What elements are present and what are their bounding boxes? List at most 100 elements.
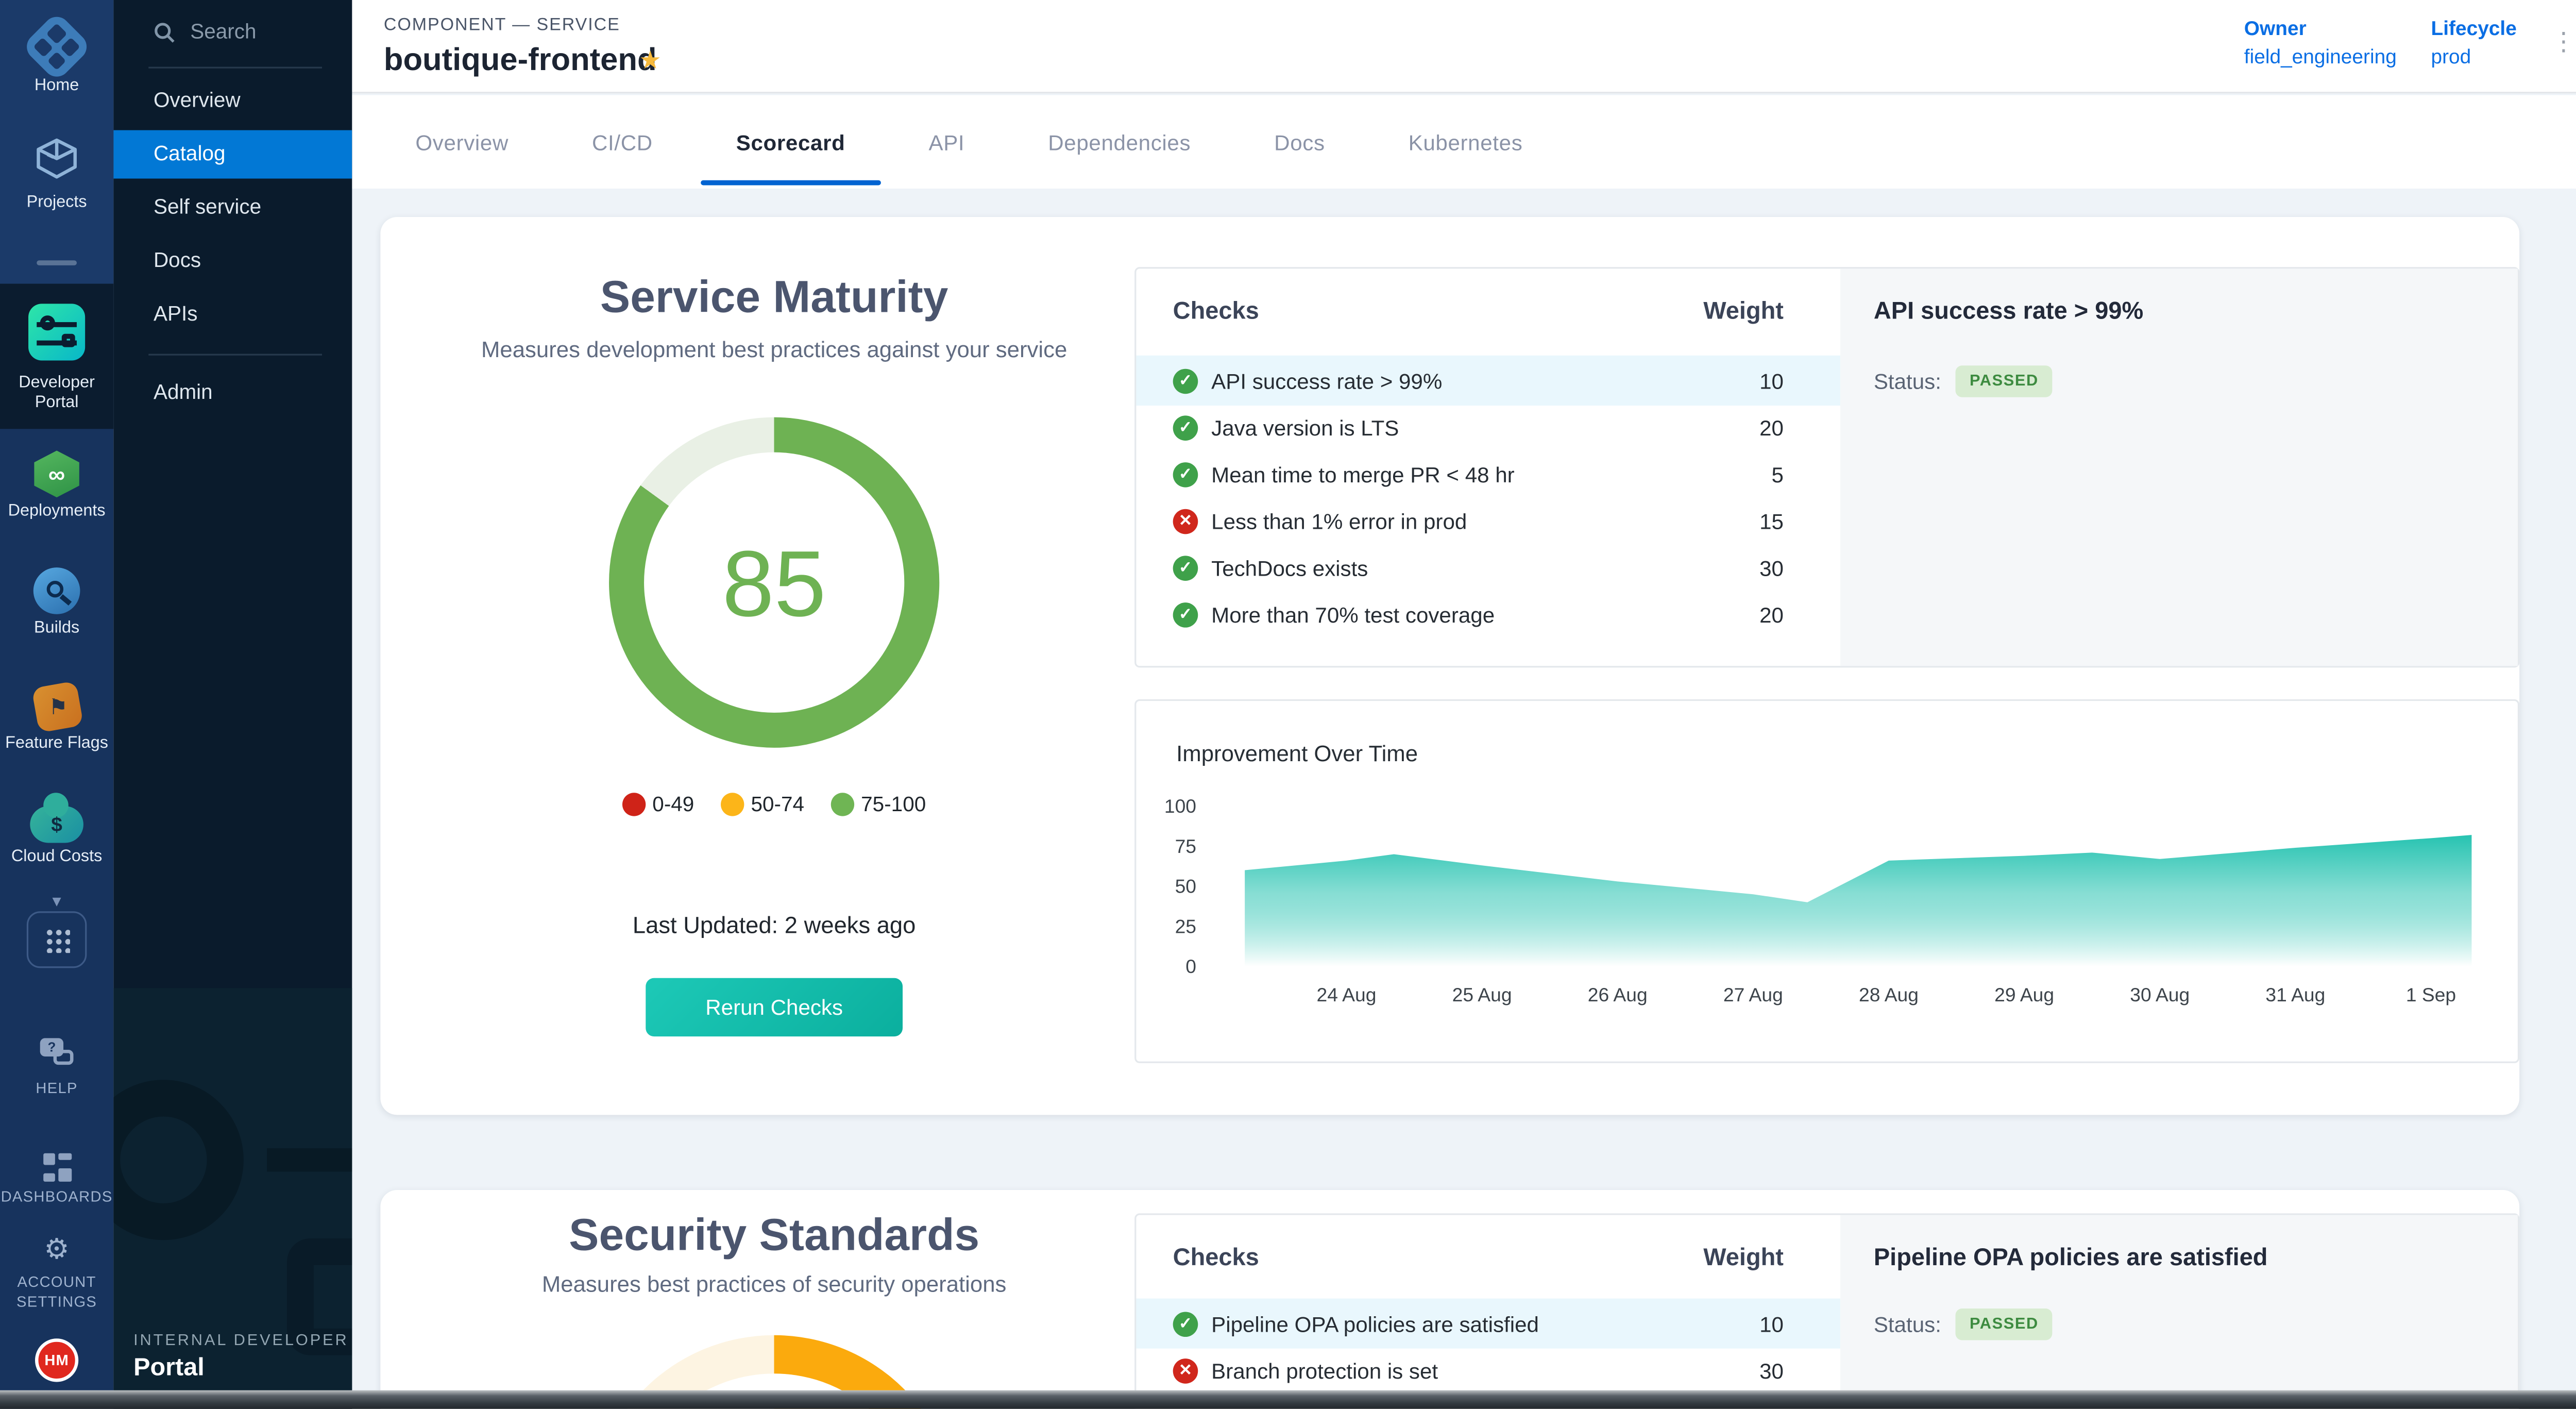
- grid-icon: [27, 911, 87, 968]
- tab-docs[interactable]: Docs: [1271, 99, 1328, 184]
- svg-text:1 Sep: 1 Sep: [2406, 984, 2456, 1005]
- svg-text:26 Aug: 26 Aug: [1588, 984, 1648, 1005]
- legend-item: 75-100: [831, 793, 926, 816]
- rail-item-label: Cloud Costs: [0, 848, 113, 868]
- svg-text:30 Aug: 30 Aug: [2130, 984, 2190, 1005]
- check-fail-icon: ✕: [1173, 508, 1198, 533]
- check-row[interactable]: ✓ Pipeline OPA policies are satisfied 10: [1136, 1299, 1840, 1349]
- lifecycle-meta: Lifecycle prod: [2431, 15, 2516, 72]
- check-row[interactable]: ✕ Less than 1% error in prod 15: [1136, 496, 1840, 546]
- owner-label: Owner: [2244, 15, 2397, 43]
- lifecycle-value: prod: [2431, 45, 2471, 68]
- rail-item-label: HELP: [0, 1078, 113, 1098]
- tab-kubernetes[interactable]: Kubernetes: [1405, 99, 1526, 184]
- scorecard-content: Service Maturity Measures development be…: [352, 189, 2576, 1408]
- weight-column-header: Weight: [1136, 299, 1784, 326]
- check-row[interactable]: ✓ Mean time to merge PR < 48 hr 5: [1136, 449, 1840, 499]
- legend-item: 0-49: [622, 793, 694, 816]
- improvement-chart-panel: Improvement Over Time 025507510024 Aug25…: [1134, 699, 2519, 1063]
- sidebar-item-apis[interactable]: APIs: [113, 290, 352, 339]
- check-detail-title: Pipeline OPA policies are satisfied: [1874, 1245, 2268, 1272]
- rail-item-dashboards[interactable]: DASHBOARDS: [0, 1143, 113, 1205]
- scorecard-subtitle: Measures best practices of security oper…: [380, 1272, 1168, 1297]
- rail-item-help[interactable]: ? HELP: [0, 1038, 113, 1098]
- chart-title: Improvement Over Time: [1176, 741, 1418, 766]
- scorecard-title: Service Maturity: [380, 272, 1168, 324]
- kebab-menu-icon[interactable]: ⋮: [2551, 27, 2576, 57]
- maturity-score-gauge: 85: [609, 417, 939, 748]
- help-chat-icon: ?: [40, 1038, 74, 1065]
- check-pass-icon: ✓: [1173, 1311, 1198, 1336]
- status-label: Status:: [1874, 369, 1941, 394]
- rail-item-builds[interactable]: Builds: [0, 567, 113, 639]
- search-input[interactable]: Search: [154, 13, 257, 50]
- divider: [148, 354, 322, 356]
- rail-item-feature-flags[interactable]: ⚑ Feature Flags: [0, 684, 113, 754]
- module-picker-button[interactable]: [0, 911, 113, 968]
- svg-text:24 Aug: 24 Aug: [1316, 984, 1376, 1005]
- favorite-star-icon[interactable]: ★: [639, 45, 662, 75]
- brand-eyebrow: INTERNAL DEVELOPER: [133, 1332, 349, 1350]
- check-pass-icon: ✓: [1173, 601, 1198, 627]
- service-maturity-card: Service Maturity Measures development be…: [380, 217, 2519, 1115]
- user-avatar[interactable]: HM: [0, 1338, 113, 1382]
- check-row[interactable]: ✓ TechDocs exists 30: [1136, 543, 1840, 593]
- rail-modules-expander[interactable]: ▼: [0, 884, 113, 914]
- portal-sidebar: Search Overview Catalog Self service Doc…: [113, 0, 352, 1408]
- check-fail-icon: ✕: [1173, 1358, 1198, 1383]
- svg-text:25 Aug: 25 Aug: [1452, 984, 1512, 1005]
- gear-icon: ⚙: [44, 1233, 69, 1265]
- svg-text:50: 50: [1175, 876, 1196, 897]
- legend-dot-green: [831, 793, 854, 816]
- checks-panel: Checks Weight ✓ API success rate > 99% 1…: [1134, 267, 2519, 667]
- tab-cicd[interactable]: CI/CD: [588, 99, 656, 184]
- rail-item-label: DASHBOARDS: [0, 1186, 113, 1206]
- rail-item-account-settings[interactable]: ⚙ ACCOUNTSETTINGS: [0, 1235, 113, 1312]
- check-row[interactable]: ✓ More than 70% test coverage 20: [1136, 589, 1840, 639]
- divider: [148, 67, 322, 69]
- breadcrumb: COMPONENT — SERVICE: [384, 15, 620, 35]
- svg-text:31 Aug: 31 Aug: [2265, 984, 2325, 1005]
- module-rail: Home Projects DeveloperPortal ∞ Deployme…: [0, 0, 113, 1408]
- rail-item-developer-portal[interactable]: DeveloperPortal: [0, 284, 113, 429]
- improvement-chart: 025507510024 Aug25 Aug26 Aug27 Aug28 Aug…: [1136, 775, 2521, 1065]
- circuit-pattern: [113, 1080, 244, 1240]
- rail-item-projects[interactable]: Projects: [0, 137, 113, 214]
- search-placeholder: Search: [190, 20, 256, 43]
- status-badge: PASSED: [1956, 365, 2052, 397]
- owner-link[interactable]: field_engineering: [2244, 45, 2397, 68]
- check-row[interactable]: ✓ Java version is LTS 20: [1136, 402, 1840, 452]
- search-icon: [154, 21, 175, 42]
- rail-item-cloud-costs[interactable]: $ Cloud Costs: [0, 806, 113, 868]
- rail-item-label: Developer: [0, 374, 113, 394]
- deployments-icon: ∞: [32, 450, 82, 497]
- svg-text:100: 100: [1164, 795, 1196, 817]
- tab-overview[interactable]: Overview: [412, 99, 512, 184]
- rail-item-label: Home: [0, 77, 113, 97]
- tab-dependencies[interactable]: Dependencies: [1045, 99, 1194, 184]
- sidebar-item-overview[interactable]: Overview: [113, 77, 352, 125]
- rail-item-label: Projects: [0, 194, 113, 214]
- check-row[interactable]: ✓ API success rate > 99% 10: [1136, 356, 1840, 406]
- legend-dot-red: [622, 793, 646, 816]
- tab-scorecard[interactable]: Scorecard: [733, 99, 849, 184]
- horizontal-scrollbar[interactable]: [0, 1390, 2576, 1409]
- sidebar-item-docs[interactable]: Docs: [113, 237, 352, 286]
- rail-item-deployments[interactable]: ∞ Deployments: [0, 450, 113, 522]
- builds-icon: [33, 567, 80, 614]
- check-row[interactable]: ✕ Branch protection is set 30: [1136, 1345, 1840, 1395]
- circuit-pattern: [267, 1148, 352, 1171]
- sidebar-item-admin[interactable]: Admin: [113, 369, 352, 417]
- rerun-checks-button[interactable]: Rerun Checks: [646, 978, 903, 1036]
- tab-api[interactable]: API: [925, 99, 968, 184]
- rail-item-home[interactable]: Home: [0, 22, 113, 97]
- svg-text:28 Aug: 28 Aug: [1859, 984, 1919, 1005]
- sidebar-brand-zone: INTERNAL DEVELOPER Portal: [113, 988, 352, 1408]
- checks-panel: Checks Weight ✓ Pipeline OPA policies ar…: [1134, 1213, 2519, 1408]
- developer-portal-icon: [28, 304, 85, 360]
- page-title: boutique-frontend: [384, 43, 657, 80]
- check-detail-title: API success rate > 99%: [1874, 299, 2143, 326]
- rail-item-label: SETTINGS: [0, 1292, 113, 1312]
- sidebar-item-catalog[interactable]: Catalog: [113, 130, 352, 179]
- sidebar-item-self-service[interactable]: Self service: [113, 183, 352, 232]
